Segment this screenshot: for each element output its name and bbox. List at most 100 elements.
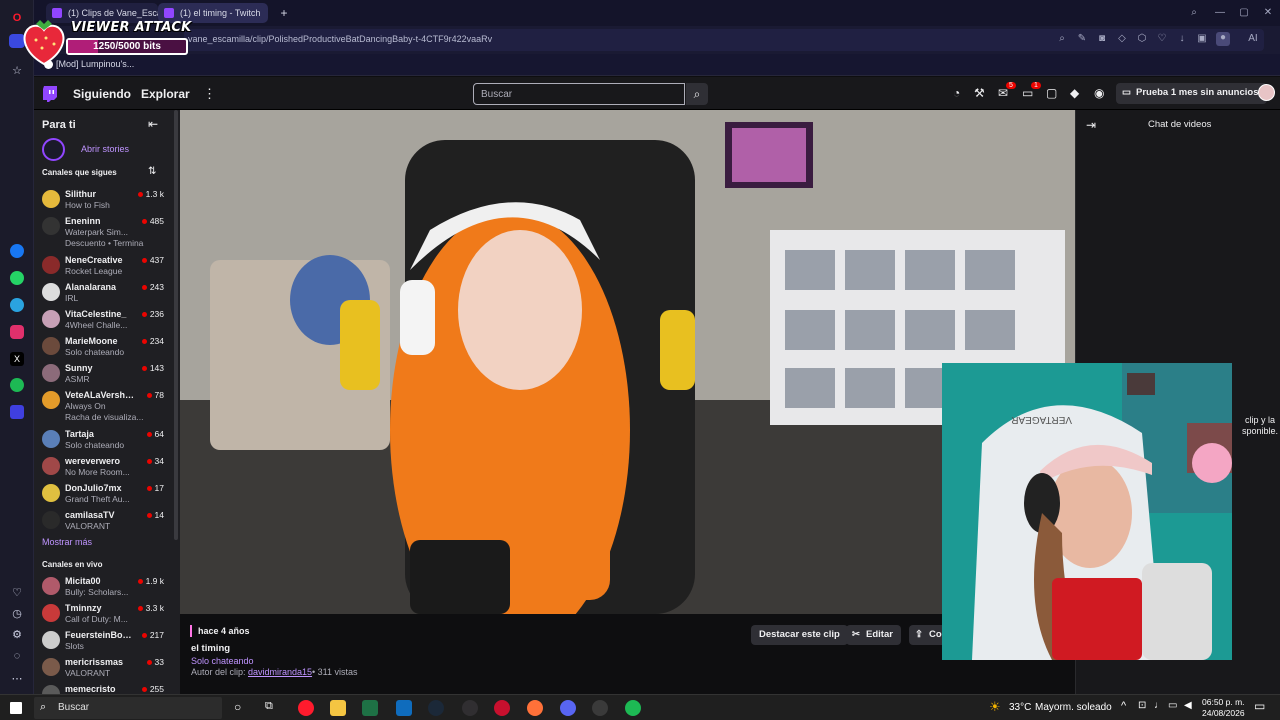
- shield-icon[interactable]: ◇: [1116, 33, 1128, 45]
- channel-avatar: [42, 256, 60, 274]
- discord-app-icon[interactable]: [560, 700, 576, 716]
- spotify-app-icon[interactable]: [625, 700, 641, 716]
- channel-name: VeteALaVersh_...: [65, 390, 135, 400]
- notifications-icon[interactable]: ◉: [1094, 86, 1104, 100]
- channel-item[interactable]: DonJulio7mx Grand Theft Au... 17: [34, 480, 174, 507]
- search-button[interactable]: ⌕: [686, 83, 708, 105]
- turbo-button[interactable]: ▭ Prueba 1 mes sin anuncios: [1116, 83, 1267, 104]
- app-red-icon[interactable]: [494, 700, 510, 716]
- channel-item[interactable]: VeteALaVersh_... Always On Racha de visual…: [34, 387, 174, 426]
- excel-app-icon[interactable]: [362, 700, 378, 716]
- nav-more-button[interactable]: ⋮: [203, 86, 216, 102]
- telegram-icon[interactable]: [10, 298, 24, 312]
- channel-item[interactable]: NeneCreative Rocket League 437: [34, 252, 174, 279]
- clip-video-player[interactable]: [180, 110, 1075, 614]
- steam-app-icon[interactable]: [428, 700, 444, 716]
- channel-item[interactable]: Sunny ASMR 143: [34, 360, 174, 387]
- close-icon[interactable]: ✕: [1262, 7, 1274, 19]
- open-stories-link[interactable]: Abrir stories: [81, 144, 129, 154]
- clip-category[interactable]: Solo chateando: [191, 656, 254, 666]
- channel-item[interactable]: memecristo 255: [34, 681, 174, 694]
- download-icon[interactable]: ↓: [1176, 33, 1188, 45]
- x-icon[interactable]: X: [10, 352, 24, 366]
- nav-explore[interactable]: Explorar: [141, 87, 190, 101]
- channel-item[interactable]: camilasaTV VALORANT 14: [34, 507, 174, 534]
- avatar[interactable]: [1258, 84, 1275, 101]
- search-icon[interactable]: ⌕: [1056, 33, 1068, 45]
- ai-icon[interactable]: AI: [1240, 33, 1266, 45]
- profile-icon[interactable]: ●: [1216, 32, 1230, 46]
- turbo-label: Prueba 1 mes sin anuncios: [1136, 87, 1259, 98]
- feature-clip-button[interactable]: Destacar este clip: [751, 625, 848, 645]
- network-icon[interactable]: ▭: [1168, 700, 1177, 711]
- twitch-logo-icon[interactable]: [43, 86, 57, 102]
- weather-temp[interactable]: 33°C: [1009, 702, 1031, 713]
- obs-studio-app-icon[interactable]: [592, 700, 608, 716]
- messenger-icon[interactable]: [10, 244, 24, 258]
- stories-avatar[interactable]: [42, 138, 65, 161]
- crown-icon[interactable]: ◆: [1070, 86, 1079, 100]
- wallet-icon[interactable]: ▣: [1196, 33, 1208, 45]
- channel-avatar: [42, 337, 60, 355]
- edit-button[interactable]: ✂ Editar: [846, 625, 901, 645]
- taskbar-time[interactable]: 06:50 p. m.: [1202, 697, 1245, 707]
- channel-item[interactable]: Eneninn Waterpark Sim... Descuento • Termi…: [34, 213, 174, 252]
- expand-chat-icon[interactable]: ⇥: [1086, 118, 1096, 132]
- new-tab-button[interactable]: +: [274, 3, 294, 23]
- sort-icon[interactable]: ⇅: [148, 166, 156, 177]
- channel-item[interactable]: wereverwero No More Room... 34: [34, 453, 174, 480]
- channel-item[interactable]: Alanalarana IRL 243: [34, 279, 174, 306]
- camera-icon[interactable]: ◙: [1096, 33, 1108, 45]
- weather-desc[interactable]: Mayorm. soleado: [1035, 702, 1112, 713]
- channel-item[interactable]: Tminnzy Call of Duty: M... 3.3 k: [34, 600, 174, 627]
- show-more-link[interactable]: Mostrar más: [42, 537, 92, 547]
- meet-icon[interactable]: ⊡: [1138, 700, 1146, 711]
- channel-item[interactable]: Silithur How to Fish 1.3 k: [34, 186, 174, 213]
- notifications-icon[interactable]: ▭: [1254, 699, 1265, 713]
- task-view-icon[interactable]: ⧉: [265, 700, 273, 713]
- heart-icon[interactable]: ♡: [1156, 33, 1168, 45]
- channel-item[interactable]: VitaCelestine_ 4Wheel Challe... 236: [34, 306, 174, 333]
- opera-app-icon[interactable]: [298, 700, 314, 716]
- whatsapp-icon[interactable]: [10, 271, 24, 285]
- mic-icon[interactable]: ♩: [1154, 700, 1164, 711]
- firefox-app-icon[interactable]: [527, 700, 543, 716]
- maximize-icon[interactable]: ▢: [1238, 7, 1250, 19]
- channel-item[interactable]: FeuersteinBon... Slots 217: [34, 627, 174, 654]
- crowd-icon[interactable]: ◔: [953, 86, 960, 100]
- settings-icon[interactable]: ⚙: [7, 624, 27, 644]
- minimize-icon[interactable]: —: [1214, 7, 1226, 19]
- edit-icon[interactable]: ✎: [1076, 33, 1088, 45]
- windows-start-icon[interactable]: [10, 702, 22, 714]
- channel-item[interactable]: MarieMoone Solo chateando 234: [34, 333, 174, 360]
- viewer-count-text: 33: [154, 657, 164, 667]
- cortana-icon[interactable]: ○: [234, 700, 241, 714]
- viewer-count: 234: [141, 336, 164, 346]
- channel-item[interactable]: Micita00 Bully: Scholars... 1.9 k: [34, 573, 174, 600]
- bulb-icon[interactable]: ◌: [7, 646, 27, 666]
- nav-following[interactable]: Siguiendo: [73, 87, 131, 101]
- heart-icon[interactable]: ♡: [7, 582, 27, 602]
- obs-app-icon[interactable]: [462, 700, 478, 716]
- sidebar-scrollbar[interactable]: [174, 110, 178, 540]
- search-tabs-icon[interactable]: ⌕: [1188, 7, 1200, 19]
- pickaxe-icon[interactable]: ⚒: [974, 86, 985, 100]
- channel-item[interactable]: Tartaja Solo chateando 64: [34, 426, 174, 453]
- explorer-app-icon[interactable]: [330, 700, 346, 716]
- spotify-icon[interactable]: [10, 378, 24, 392]
- outlook-app-icon[interactable]: [396, 700, 412, 716]
- more-icon[interactable]: ⋯: [7, 668, 27, 688]
- tray-chevron-icon[interactable]: ^: [1121, 700, 1126, 712]
- chat-icon[interactable]: ▢: [1046, 86, 1057, 100]
- channel-item[interactable]: mericrissmas VALORANT 33: [34, 654, 174, 681]
- twitch-rail-icon[interactable]: [10, 405, 24, 419]
- collapse-sidebar-icon[interactable]: ⇤: [148, 117, 158, 131]
- search-input[interactable]: Buscar: [473, 83, 685, 105]
- cube-icon[interactable]: ⬡: [1136, 33, 1148, 45]
- volume-icon[interactable]: ◀: [1184, 700, 1192, 711]
- clip-author-link[interactable]: davidmiranda15: [248, 667, 312, 677]
- taskbar-date[interactable]: 24/08/2026: [1202, 708, 1245, 718]
- history-icon[interactable]: ◷: [7, 603, 27, 623]
- instagram-icon[interactable]: [10, 325, 24, 339]
- taskbar-search-input[interactable]: ⌕ Buscar: [34, 697, 222, 719]
